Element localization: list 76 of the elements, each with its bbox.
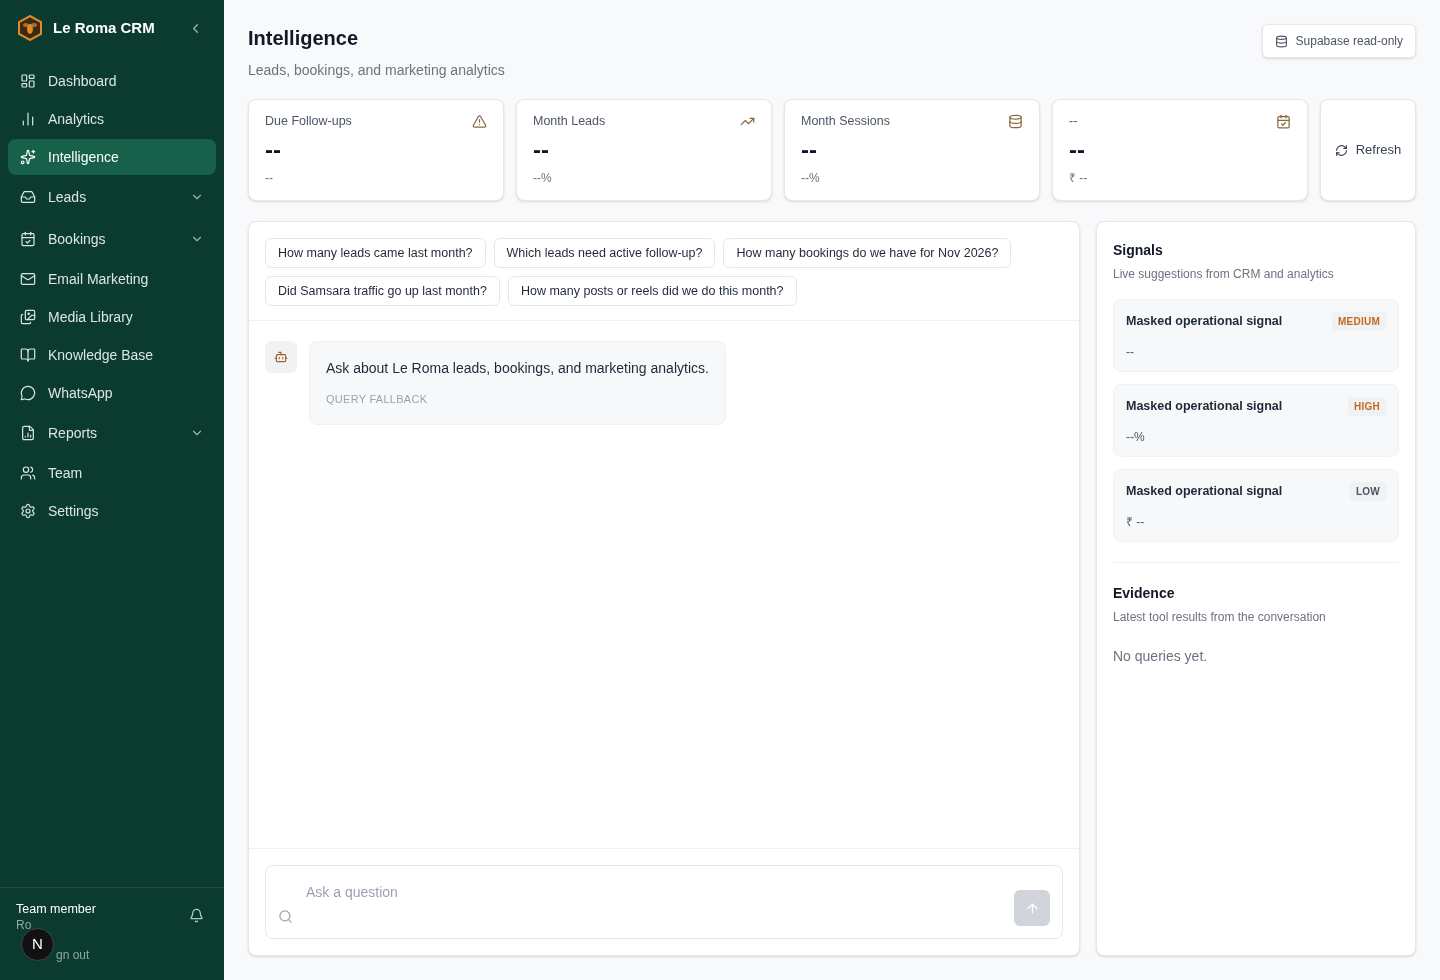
users-icon bbox=[20, 465, 36, 481]
book-icon bbox=[20, 347, 36, 363]
nav-item[interactable]: Reports bbox=[8, 413, 216, 453]
nav-item[interactable]: Analytics bbox=[8, 101, 216, 137]
page-title: Intelligence bbox=[248, 26, 360, 51]
suggestion-chip[interactable]: How many posts or reels did we do this month? bbox=[507, 276, 797, 306]
stat-label: Month Leads bbox=[533, 113, 606, 130]
signal-value: --% bbox=[1126, 429, 1146, 446]
report-icon bbox=[20, 425, 36, 441]
message-tag: QUERY FALLBACK bbox=[326, 391, 709, 408]
stat-note: -- bbox=[265, 169, 274, 187]
signal-title: Masked operational signal bbox=[1126, 398, 1283, 416]
brand-name: Le Roma CRM bbox=[53, 17, 156, 38]
user-name: Team member bbox=[16, 901, 96, 918]
evidence-title: Evidence bbox=[1113, 584, 1176, 603]
nav-item[interactable]: WhatsApp bbox=[8, 375, 216, 411]
nav-item[interactable]: Media Library bbox=[8, 299, 216, 335]
nav-item[interactable]: Settings bbox=[8, 493, 216, 529]
nav-item[interactable]: Knowledge Base bbox=[8, 337, 216, 373]
bar-chart-icon bbox=[20, 111, 36, 127]
calendar-icon bbox=[1276, 113, 1291, 129]
stat-label: Due Follow-ups bbox=[265, 113, 352, 130]
signals-subtitle: Live suggestions from CRM and analytics bbox=[1113, 266, 1335, 283]
stat-value: -- bbox=[801, 134, 818, 165]
priority-badge: LOW bbox=[1349, 482, 1386, 501]
empty-state-text: No queries yet. bbox=[1113, 647, 1209, 666]
suggestion-chip[interactable]: Which leads need active follow-up? bbox=[493, 238, 716, 268]
images-icon bbox=[20, 309, 36, 325]
signal-title: Masked operational signal bbox=[1126, 313, 1283, 331]
signal-value: ₹ -- bbox=[1126, 514, 1146, 531]
nav-item[interactable]: Dashboard bbox=[8, 63, 216, 99]
signals-title: Signals bbox=[1113, 241, 1164, 260]
stat-value: -- bbox=[265, 134, 282, 165]
nav-item[interactable]: Team bbox=[8, 455, 216, 491]
settings-icon bbox=[20, 503, 36, 519]
stat-note: --% bbox=[801, 169, 821, 187]
signal-value: -- bbox=[1126, 344, 1135, 361]
refresh-icon bbox=[1334, 143, 1348, 157]
suggestion-chip[interactable]: Did Samsara traffic go up last month? bbox=[265, 276, 500, 306]
bell-icon[interactable] bbox=[189, 908, 204, 923]
database-icon bbox=[1008, 113, 1023, 129]
source-badge: Supabase read-only bbox=[1261, 24, 1416, 58]
dashboard-icon bbox=[20, 73, 36, 89]
warning-icon bbox=[472, 113, 487, 129]
nav-item[interactable]: Email Marketing bbox=[8, 261, 216, 297]
suggestion-chip[interactable]: How many leads came last month? bbox=[265, 238, 486, 268]
priority-badge: MEDIUM bbox=[1331, 312, 1386, 331]
stat-note: --% bbox=[533, 169, 553, 187]
question-field[interactable]: Ask a question bbox=[265, 865, 1063, 939]
bee-logo-icon bbox=[17, 15, 43, 41]
suggestion-chip[interactable]: How many bookings do we have for Nov 2026? bbox=[723, 238, 1012, 268]
stat-note: ₹ -- bbox=[1069, 169, 1089, 187]
stat-label: -- bbox=[1069, 113, 1078, 130]
evidence-subtitle: Latest tool results from the conversation bbox=[1113, 609, 1327, 626]
priority-badge: HIGH bbox=[1348, 397, 1386, 416]
refresh-button[interactable]: Refresh bbox=[1320, 99, 1416, 201]
database-icon bbox=[1274, 34, 1288, 48]
sparkles-icon bbox=[20, 149, 36, 165]
stat-value: -- bbox=[533, 134, 550, 165]
message-text: Ask about Le Roma leads, bookings, and marketing analytics. bbox=[326, 359, 709, 378]
nav-item[interactable]: Bookings bbox=[8, 219, 216, 259]
stat-value: -- bbox=[1069, 134, 1086, 165]
search-icon bbox=[278, 909, 293, 924]
inbox-icon bbox=[20, 189, 36, 205]
page-subtitle: Leads, bookings, and marketing analytics bbox=[248, 61, 505, 80]
question-input[interactable]: Ask a question bbox=[306, 882, 906, 903]
avatar[interactable]: N bbox=[21, 928, 54, 961]
calendar-icon bbox=[20, 231, 36, 247]
signal-title: Masked operational signal bbox=[1126, 483, 1283, 501]
bot-avatar bbox=[265, 341, 297, 373]
sign-out-link[interactable]: gn out bbox=[56, 945, 90, 964]
nav-item[interactable]: Intelligence bbox=[8, 139, 216, 175]
chat-bubble-icon bbox=[20, 385, 36, 401]
mail-icon bbox=[20, 271, 36, 287]
nav-item[interactable]: Leads bbox=[8, 177, 216, 217]
stat-label: Month Sessions bbox=[801, 113, 890, 130]
